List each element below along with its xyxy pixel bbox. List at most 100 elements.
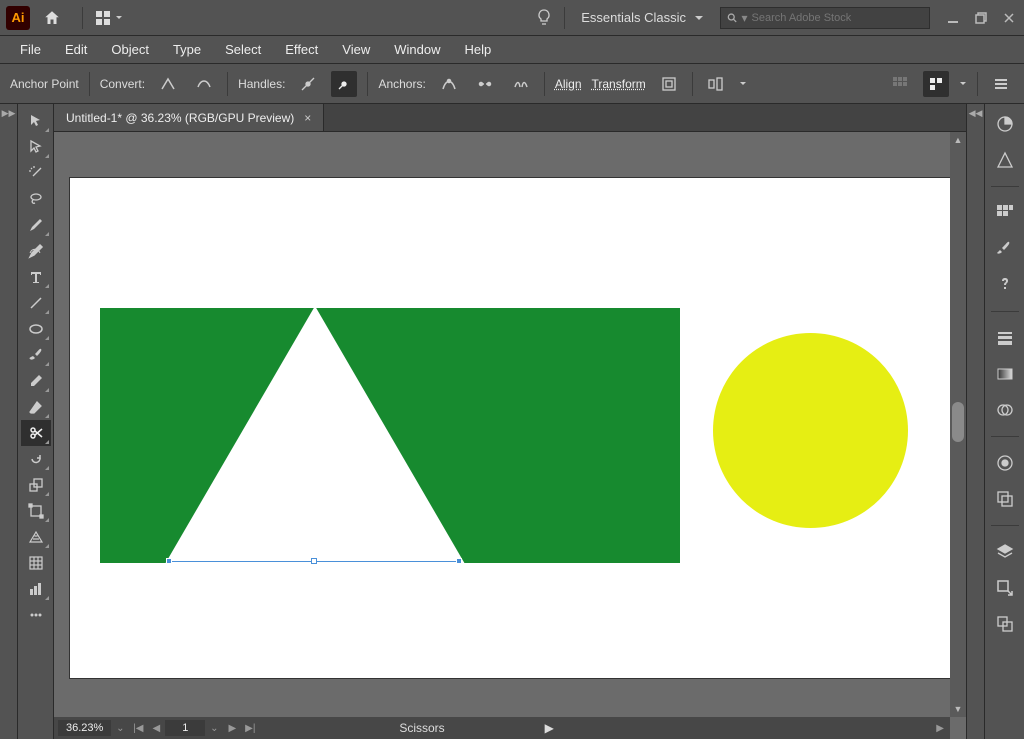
artboard-menu-button[interactable]: ⌄ [205,719,223,737]
color-guide-panel-button[interactable] [990,146,1020,174]
ellipse-tool[interactable] [21,316,51,342]
curvature-tool[interactable] [21,238,51,264]
last-artboard-button[interactable]: ▶| [241,719,259,737]
line-tool[interactable] [21,290,51,316]
more-tools[interactable] [21,602,51,628]
scroll-thumb[interactable] [952,402,964,442]
grid-view-button[interactable] [887,71,913,97]
menu-effect[interactable]: Effect [275,38,328,61]
tab-close-button[interactable]: × [304,111,311,125]
chevron-down-icon[interactable] [739,80,747,88]
menu-window[interactable]: Window [384,38,450,61]
menu-edit[interactable]: Edit [55,38,97,61]
selection-mode-label: Anchor Point [10,77,79,91]
zoom-menu-button[interactable]: ⌄ [111,719,129,737]
anchor-handle[interactable] [456,558,462,564]
type-tool[interactable] [21,264,51,290]
document-tab[interactable]: Untitled-1* @ 36.23% (RGB/GPU Preview) × [54,104,324,131]
left-panel-toggle[interactable]: ▶▶ [0,104,18,739]
mesh-tool[interactable] [21,550,51,576]
artboard-number-input[interactable] [165,720,205,736]
prev-artboard-button[interactable]: ◀ [147,719,165,737]
convert-corner-button[interactable] [155,71,181,97]
stroke-panel-button[interactable] [990,324,1020,352]
eraser-tool[interactable] [21,394,51,420]
column-graph-tool[interactable] [21,576,51,602]
line-icon [28,295,44,311]
isolate-button[interactable] [656,71,682,97]
magic-wand-tool[interactable] [21,160,51,186]
lasso-tool[interactable] [21,186,51,212]
cut-anchor-button[interactable] [508,71,534,97]
symbols-panel-button[interactable] [990,271,1020,299]
zoom-level[interactable]: 36.23% [58,720,111,736]
anchor-handle[interactable] [166,558,172,564]
menu-help[interactable]: Help [454,38,501,61]
rotate-tool[interactable] [21,446,51,472]
workspace-selector[interactable]: Essentials Classic [571,6,714,29]
transparency-panel-button[interactable] [990,396,1020,424]
artboard[interactable] [70,178,950,678]
brushes-panel-button[interactable] [990,235,1020,263]
selection-tool[interactable] [21,108,51,134]
menu-type[interactable]: Type [163,38,211,61]
scale-tool[interactable] [21,472,51,498]
menu-view[interactable]: View [332,38,380,61]
shape-ellipse[interactable] [713,333,908,528]
swatches-panel-button[interactable] [990,199,1020,227]
paintbrush-tool[interactable] [21,342,51,368]
anchor-handle[interactable] [311,558,317,564]
hide-handles-button[interactable] [331,71,357,97]
layers-panel-button[interactable] [990,538,1020,566]
title-bar: Ai Essentials Classic ▾ [0,0,1024,36]
asset-export-panel-button[interactable] [990,574,1020,602]
convert-smooth-button[interactable] [191,71,217,97]
connect-anchor-button[interactable] [472,71,498,97]
first-artboard-button[interactable]: |◀ [129,719,147,737]
color-panel-button[interactable] [990,110,1020,138]
align-to-button[interactable] [703,71,729,97]
vertical-scrollbar[interactable]: ▲ ▼ [950,132,966,717]
graphic-styles-panel-button[interactable] [990,485,1020,513]
transform-link[interactable]: Transform [592,77,646,91]
canvas[interactable]: ▲ ▼ 36.23% ⌄ |◀ ◀ ⌄ ▶ ▶| Scissors ▶ ▶ [54,132,966,739]
layers-icon [995,542,1015,562]
maximize-button[interactable] [972,9,990,27]
appearance-panel-button[interactable] [990,449,1020,477]
artboards-icon [995,614,1015,634]
handles-hide-icon [335,75,353,93]
show-handles-button[interactable] [295,71,321,97]
perspective-tool[interactable] [21,524,51,550]
gradient-panel-button[interactable] [990,360,1020,388]
next-artboard-button[interactable]: ▶ [223,719,241,737]
align-link[interactable]: Align [555,77,582,91]
scroll-up-button[interactable]: ▲ [950,132,966,148]
minimize-button[interactable] [944,9,962,27]
status-play-icon[interactable]: ▶ [545,721,554,735]
direct-selection-tool[interactable] [21,134,51,160]
pen-tool[interactable] [21,212,51,238]
artboards-panel-button[interactable] [990,610,1020,638]
chevron-down-icon[interactable] [959,80,967,88]
pencil-tool[interactable] [21,368,51,394]
menu-select[interactable]: Select [215,38,271,61]
snap-pixel-button[interactable] [923,71,949,97]
menu-file[interactable]: File [10,38,51,61]
arrange-documents-button[interactable] [89,6,129,30]
remove-anchor-icon [440,75,458,93]
close-button[interactable] [1000,9,1018,27]
remove-anchor-button[interactable] [436,71,462,97]
scissors-tool[interactable] [21,420,51,446]
panel-menu-button[interactable] [988,71,1014,97]
lightbulb-icon [536,9,552,27]
stock-search-input[interactable] [752,12,923,24]
scroll-down-button[interactable]: ▼ [950,701,966,717]
window-controls [944,9,1018,27]
right-panel-toggle[interactable]: ◀◀ [966,104,984,739]
menu-object[interactable]: Object [101,38,159,61]
home-button[interactable] [40,6,64,30]
free-transform-tool[interactable] [21,498,51,524]
scroll-right-button[interactable]: ▶ [936,723,944,734]
stock-search[interactable]: ▾ [720,7,930,29]
search-help-button[interactable] [530,4,558,32]
